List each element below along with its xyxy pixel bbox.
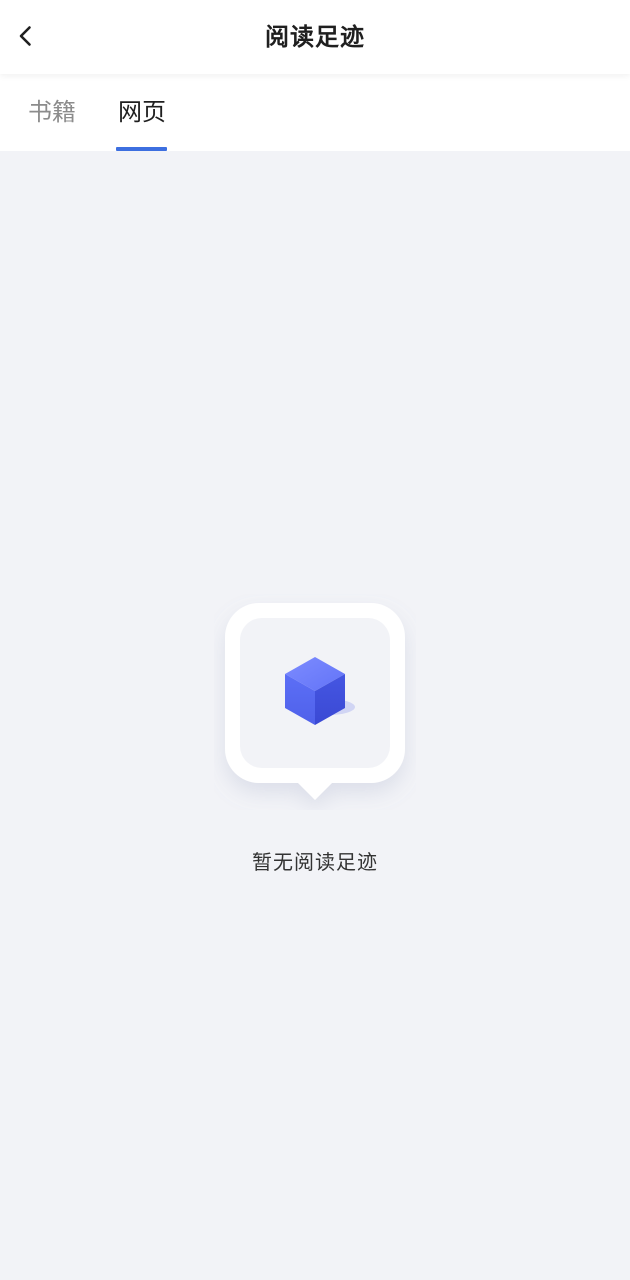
top-bar: 阅读足迹 — [0, 0, 630, 74]
app-root: 阅读足迹 书籍 网页 暂无阅读足迹 — [0, 0, 630, 1280]
tab-books[interactable]: 书籍 — [27, 74, 77, 151]
page-title: 阅读足迹 — [265, 23, 365, 51]
empty-message: 暂无阅读足迹 — [252, 850, 378, 874]
empty-illustration — [225, 603, 405, 800]
tab-bar: 书籍 网页 — [0, 74, 630, 151]
empty-state: 暂无阅读足迹 — [0, 151, 630, 1280]
tab-webpages[interactable]: 网页 — [116, 74, 168, 151]
